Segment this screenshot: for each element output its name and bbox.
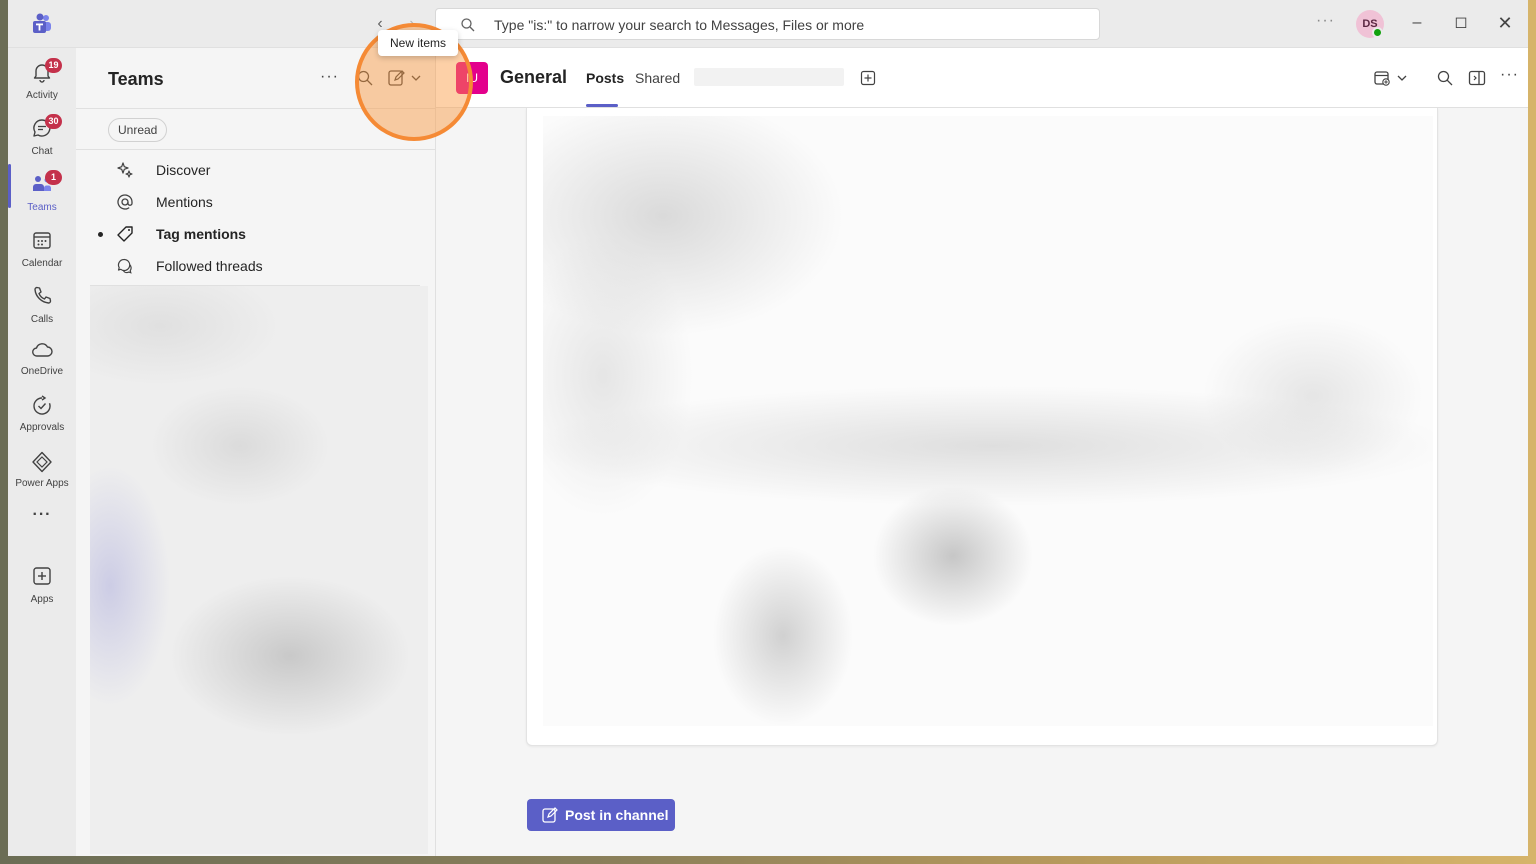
maximize-icon[interactable]: ◻ <box>1450 12 1472 34</box>
rail-label: Calls <box>30 314 54 325</box>
at-mention-icon <box>117 194 133 210</box>
channel-main: IU General Posts Shared ··· Post in chan… <box>436 48 1528 856</box>
chat-badge: 30 <box>45 114 62 129</box>
compose-icon <box>542 807 558 823</box>
new-items-tooltip: New items <box>378 30 459 56</box>
rail-item-approvals[interactable]: Approvals <box>8 388 76 440</box>
title-bar: ‹ › ··· DS – ◻ ✕ <box>8 0 1528 48</box>
activity-badge: 19 <box>45 58 62 73</box>
rail-item-chat[interactable]: 30 Chat <box>8 110 76 162</box>
add-apps-icon <box>33 567 51 585</box>
blurred-team-list <box>90 286 428 854</box>
rail-item-apps[interactable]: Apps <box>8 558 76 610</box>
channel-more-button[interactable]: ··· <box>1500 66 1519 84</box>
channel-name: General <box>500 67 568 87</box>
rail-label: Activity <box>26 90 58 101</box>
meet-now-button[interactable] <box>1374 69 1410 87</box>
add-tab-icon[interactable] <box>860 70 876 86</box>
rail-more-apps-button[interactable]: ··· <box>8 506 76 558</box>
search-bar[interactable] <box>435 8 1100 40</box>
tab-posts[interactable]: Posts <box>586 70 624 86</box>
post-button-label: Post in channel <box>565 807 669 823</box>
phone-icon <box>34 286 52 304</box>
sparkle-icon <box>117 162 133 178</box>
rail-item-onedrive[interactable]: OneDrive <box>8 332 76 384</box>
rail-label: Apps <box>30 594 54 605</box>
pane-more-button[interactable]: ··· <box>320 68 339 86</box>
rail-label: Teams <box>27 202 57 213</box>
rail-item-power-apps[interactable]: Power Apps <box>8 444 76 496</box>
unread-filter-button[interactable]: Unread <box>108 118 168 142</box>
nav-item-followed-threads[interactable]: Followed threads <box>76 250 436 282</box>
followed-threads-icon <box>117 258 132 274</box>
rail-item-activity[interactable]: 19 Activity <box>8 54 76 106</box>
tag-icon <box>117 226 133 242</box>
calendar-icon <box>33 232 51 249</box>
power-apps-icon <box>32 451 52 473</box>
nav-item-label: Discover <box>156 162 211 178</box>
teams-pane: Teams ··· Unread Discover Mentions Tag m… <box>76 48 436 856</box>
channel-header: IU General Posts Shared ··· <box>436 48 1528 108</box>
rail-label: OneDrive <box>20 366 64 377</box>
nav-item-label: Mentions <box>156 194 213 210</box>
post-in-channel-button[interactable]: Post in channel <box>527 799 675 831</box>
nav-item-label: Followed threads <box>156 258 263 274</box>
blurred-post-content <box>543 116 1433 726</box>
close-icon[interactable]: ✕ <box>1494 12 1516 34</box>
active-tab-underline <box>586 104 618 107</box>
nav-item-mentions[interactable]: Mentions <box>76 186 436 218</box>
approvals-icon <box>33 395 51 415</box>
nav-item-label: Tag mentions <box>156 226 246 242</box>
teams-logo-icon <box>33 13 51 33</box>
search-icon <box>461 18 475 32</box>
presence-available-icon <box>1372 27 1383 38</box>
settings-more-button[interactable]: ··· <box>1316 12 1335 30</box>
rail-item-teams[interactable]: 1 Teams <box>8 166 76 218</box>
channel-info-icon[interactable] <box>1468 69 1486 87</box>
tab-shared[interactable]: Shared <box>635 70 680 86</box>
blurred-tab <box>694 68 844 86</box>
search-icon[interactable] <box>1436 69 1454 87</box>
unread-dot <box>98 232 103 237</box>
nav-item-discover[interactable]: Discover <box>76 154 436 186</box>
rail-label: Approvals <box>19 422 65 433</box>
rail-label: Chat <box>31 146 53 157</box>
minimize-icon[interactable]: – <box>1406 12 1428 34</box>
pane-title: Teams <box>108 69 164 89</box>
rail-item-calendar[interactable]: Calendar <box>8 222 76 274</box>
cloud-icon <box>32 343 53 357</box>
teams-window: ‹ › ··· DS – ◻ ✕ 19 Activity <box>8 0 1528 856</box>
divider <box>76 149 436 150</box>
rail-label: Power Apps <box>15 478 69 489</box>
post-card <box>526 108 1438 746</box>
app-rail: 19 Activity 30 Chat 1 Teams Calendar Cal… <box>8 48 76 856</box>
rail-item-calls[interactable]: Calls <box>8 278 76 330</box>
nav-item-tag-mentions[interactable]: Tag mentions <box>76 218 436 250</box>
more-icon: ··· <box>32 506 52 523</box>
search-input[interactable] <box>494 15 1084 35</box>
rail-label: Calendar <box>21 258 63 269</box>
teams-badge: 1 <box>45 170 62 185</box>
